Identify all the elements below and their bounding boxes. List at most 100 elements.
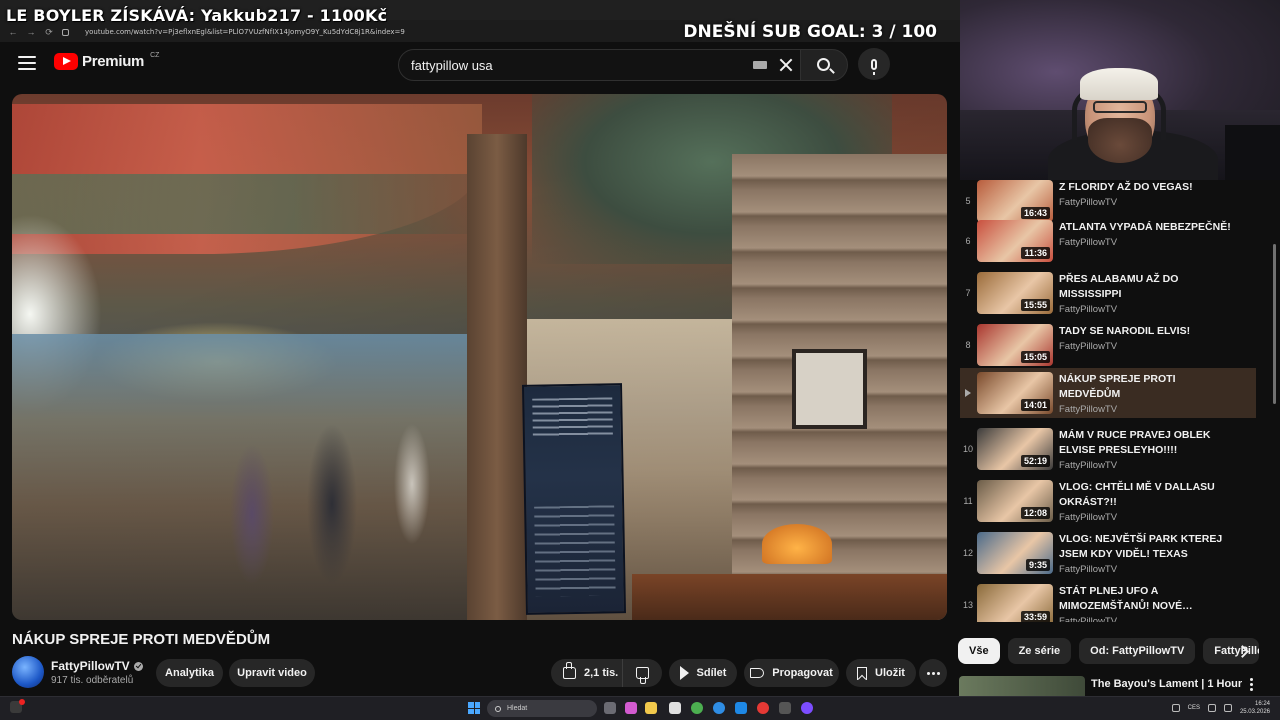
playlist-item-thumbnail[interactable]: 11:36 [977, 220, 1053, 262]
app-icon[interactable] [779, 702, 791, 714]
more-actions-button[interactable] [919, 659, 947, 687]
analytics-button[interactable]: Analytika [156, 659, 223, 687]
playlist-item-thumbnail[interactable]: 33:59 [977, 584, 1053, 622]
playlist-item-thumbnail[interactable]: 12:08 [977, 480, 1053, 522]
filter-chip[interactable]: Ze série [1007, 638, 1072, 664]
chevron-right-icon[interactable] [1232, 641, 1252, 661]
forward-icon[interactable]: → [26, 27, 36, 37]
file-explorer-icon[interactable] [645, 702, 657, 714]
playlist-item[interactable]: 6 11:36 ATLANTA VYPADÁ NEBEZPEČNĚ! FattyPil… [960, 216, 1256, 266]
site-info-icon[interactable] [62, 28, 69, 36]
playlist-item[interactable]: 14:01 NÁKUP SPREJE PROTI MEDVĚDŮM FattyPil… [960, 368, 1256, 418]
wifi-icon[interactable] [1171, 704, 1180, 712]
video-frame-detail [522, 383, 626, 615]
url-text[interactable]: youtube.com/watch?v=Pj3eflxnEgl&list=PLl… [85, 28, 405, 36]
donation-alert: LE BOYLER ZÍSKÁVÁ: Yakkub217 - 1100Kč [6, 6, 388, 25]
network-icon[interactable] [1207, 704, 1216, 712]
app-icon[interactable] [669, 702, 681, 714]
playlist-item[interactable]: 10 52:19 MÁM V RUCE PRAVEJ OBLEK ELVISE PR… [960, 424, 1256, 474]
share-button[interactable]: Sdílet [669, 659, 737, 687]
app-icon[interactable] [625, 702, 637, 714]
playlist-item-title[interactable]: TADY SE NARODIL ELVIS! [1059, 324, 1239, 339]
playlist-item-channel[interactable]: FattyPillowTV [1059, 404, 1239, 415]
discord-icon[interactable] [801, 702, 813, 714]
filter-chip[interactable]: Vše [958, 638, 1000, 664]
recommended-video[interactable]: The Bayou's Lament | 1 Hour [959, 676, 1279, 696]
search-input[interactable]: fattypillow usa [398, 49, 806, 81]
channel-name[interactable]: FattyPillowTV [51, 659, 130, 673]
playlist-item-title[interactable]: ATLANTA VYPADÁ NEBEZPEČNĚ! [1059, 220, 1239, 235]
edit-video-button[interactable]: Upravit video [229, 659, 315, 687]
video-title: NÁKUP SPREJE PROTI MEDVĚDŮM [12, 631, 271, 648]
filter-chip[interactable]: Od: FattyPillowTV [1079, 638, 1196, 664]
taskbar-search[interactable]: Hledat [487, 700, 597, 717]
dislike-button[interactable] [623, 659, 661, 687]
playlist-item[interactable]: 7 15:55 PŘES ALABAMU AŽ DO MISSISSIPPI Fatt… [960, 268, 1256, 318]
chrome-icon[interactable] [691, 702, 703, 714]
playlist-item-channel[interactable]: FattyPillowTV [1059, 616, 1239, 622]
playlist-item[interactable]: 13 33:59 STÁT PLNEJ UFO A MIMOZEMŠŤANŮ! NO… [960, 580, 1256, 622]
duration-badge: 52:19 [1020, 455, 1050, 467]
video-frame-detail [212, 374, 442, 614]
playlist-item-thumbnail[interactable]: 9:35 [977, 532, 1053, 574]
playlist-item-index: 10 [962, 444, 973, 454]
windows-start-icon[interactable] [468, 702, 480, 714]
playlist-item-channel[interactable]: FattyPillowTV [1059, 564, 1239, 575]
playlist-item-title[interactable]: STÁT PLNEJ UFO A MIMOZEMŠŤANŮ! NOVÉ… [1059, 584, 1239, 614]
video-player[interactable] [12, 94, 947, 620]
windows-taskbar: Hledat CES 16:24 25.03.2026 [0, 696, 1280, 720]
playlist-item-channel[interactable]: FattyPillowTV [1059, 460, 1239, 471]
playlist-item-channel[interactable]: FattyPillowTV [1059, 512, 1239, 523]
volume-icon[interactable] [1223, 704, 1232, 712]
youtube-premium-logo[interactable]: Premium CZ [54, 52, 159, 70]
thumbs-up-icon [563, 662, 576, 679]
like-button[interactable]: 2,1 tis. [551, 659, 623, 687]
language-indicator[interactable]: CES [1188, 705, 1200, 711]
playlist-item-title[interactable]: VLOG: NEJVĚTŠÍ PARK KTEREJ JSEM KDY VIDĚ… [1059, 532, 1239, 562]
playlist-item-text: NÁKUP SPREJE PROTI MEDVĚDŮM FattyPillowTV [1059, 368, 1239, 418]
playlist-item-thumbnail[interactable]: 14:01 [977, 372, 1053, 414]
playlist-item-text: VLOG: CHTĚLI MĚ V DALLASU OKRÁST?!! Fatty… [1059, 476, 1239, 526]
voice-search-button[interactable] [858, 48, 890, 80]
save-button[interactable]: Uložit [846, 659, 916, 687]
playlist-item-thumbnail[interactable]: 15:05 [977, 324, 1053, 366]
playlist-item[interactable]: 12 9:35 VLOG: NEJVĚTŠÍ PARK KTEREJ JSEM KD… [960, 528, 1256, 578]
recommended-title[interactable]: The Bayou's Lament | 1 Hour [1091, 676, 1242, 696]
playlist-item-channel[interactable]: FattyPillowTV [1059, 304, 1239, 315]
recommended-thumbnail[interactable] [959, 676, 1085, 696]
playlist-item-title[interactable]: Z FLORIDY AŽ DO VEGAS! [1059, 180, 1239, 195]
search-button[interactable] [800, 49, 848, 81]
search-query[interactable]: fattypillow usa [411, 58, 753, 73]
playlist-scrollbar[interactable] [1273, 244, 1276, 404]
back-icon[interactable]: ← [8, 27, 18, 37]
playlist-item-channel[interactable]: FattyPillowTV [1059, 341, 1239, 352]
playlist-item[interactable]: 11 12:08 VLOG: CHTĚLI MĚ V DALLASU OKRÁST?… [960, 476, 1256, 526]
playlist-item[interactable]: 8 15:05 TADY SE NARODIL ELVIS! FattyPillowT… [960, 320, 1256, 370]
promote-button[interactable]: Propagovat [744, 659, 839, 687]
notification-icon[interactable] [10, 699, 25, 713]
clear-search-icon[interactable] [779, 58, 793, 72]
channel-name-link[interactable]: FattyPillowTV [51, 659, 143, 673]
app-icon[interactable] [735, 702, 747, 714]
duration-badge: 15:05 [1020, 351, 1050, 363]
task-view-icon[interactable] [604, 702, 616, 714]
playlist-item-channel[interactable]: FattyPillowTV [1059, 237, 1239, 248]
playlist-item-title[interactable]: VLOG: CHTĚLI MĚ V DALLASU OKRÁST?!! [1059, 480, 1239, 510]
clock[interactable]: 16:24 25.03.2026 [1240, 700, 1270, 716]
playlist-item-title[interactable]: PŘES ALABAMU AŽ DO MISSISSIPPI [1059, 272, 1239, 302]
like-count: 2,1 tis. [584, 667, 619, 679]
playlist-item-text: VLOG: NEJVĚTŠÍ PARK KTEREJ JSEM KDY VIDĚ… [1059, 528, 1239, 578]
menu-icon[interactable] [18, 56, 36, 70]
playlist-item-thumbnail[interactable]: 15:55 [977, 272, 1053, 314]
playlist-item-title[interactable]: NÁKUP SPREJE PROTI MEDVĚDŮM [1059, 372, 1239, 402]
reload-icon[interactable]: ⟳ [44, 27, 54, 38]
edge-icon[interactable] [713, 702, 725, 714]
playlist-item-thumbnail[interactable]: 52:19 [977, 428, 1053, 470]
app-icon[interactable] [757, 702, 769, 714]
playlist-item-title[interactable]: MÁM V RUCE PRAVEJ OBLEK ELVISE PRESLEYHO… [1059, 428, 1239, 458]
playlist-item-channel[interactable]: FattyPillowTV [1059, 197, 1239, 208]
duration-badge: 12:08 [1020, 507, 1050, 519]
recommended-more-icon[interactable] [1250, 678, 1254, 691]
channel-avatar[interactable] [12, 656, 44, 688]
keyboard-icon[interactable] [753, 61, 767, 69]
